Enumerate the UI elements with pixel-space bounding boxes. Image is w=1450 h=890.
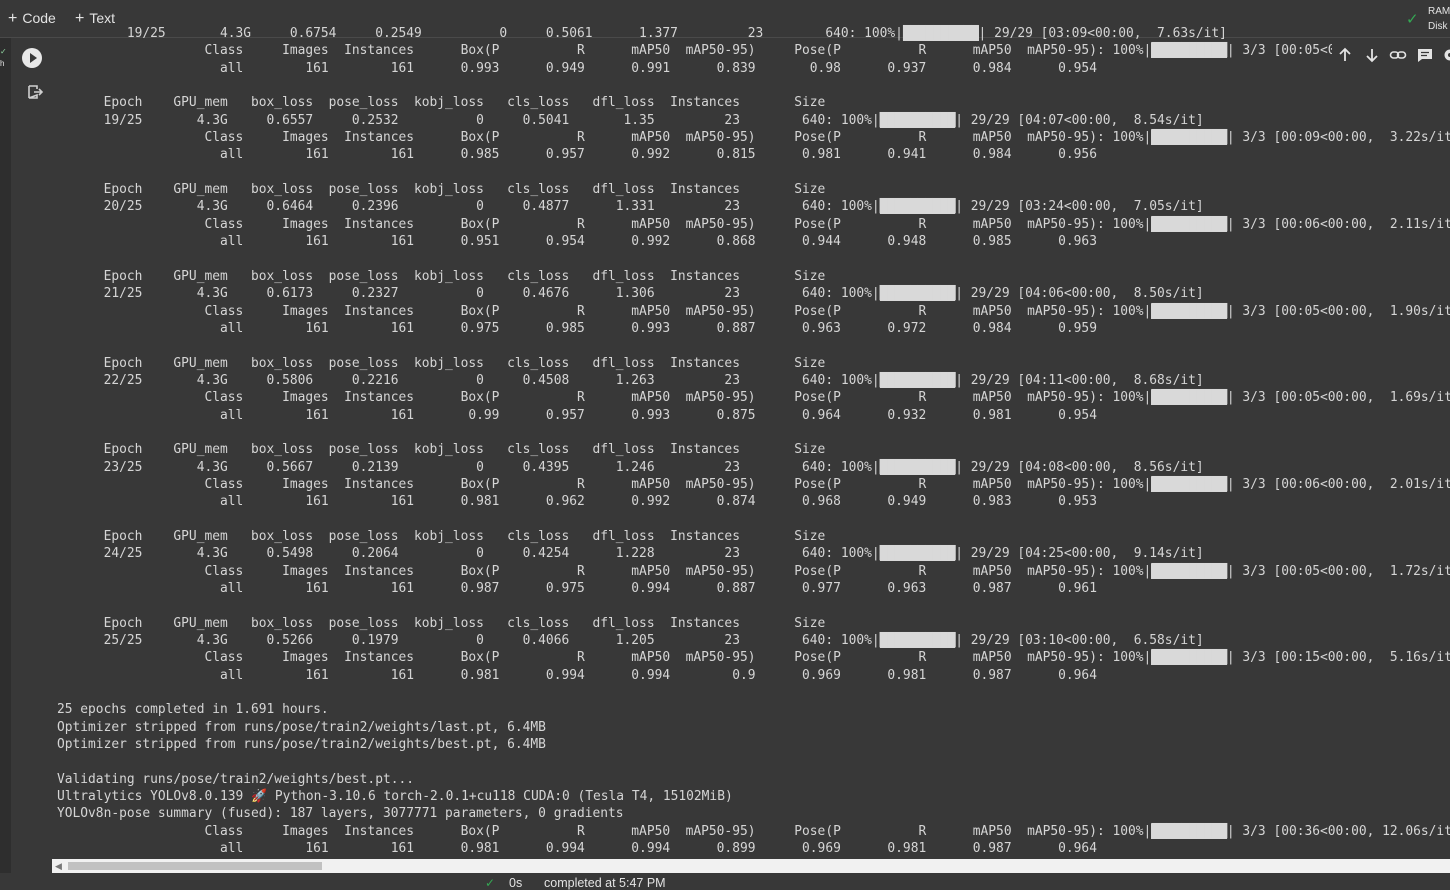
output-line: YOLOv8n-pose summary (fused): 187 layers… — [57, 806, 624, 822]
progress-bar: ██████████ — [879, 546, 956, 562]
left-panel-edge: ✓ h — [0, 38, 11, 890]
run-cell-button[interactable] — [22, 48, 42, 68]
output-line: all 161 161 0.985 0.957 0.992 0.815 0.98… — [57, 147, 1097, 163]
scroll-left-icon[interactable]: ◀ — [55, 861, 62, 872]
progress-bar: ██████████ — [1151, 563, 1227, 579]
output-line: Class Images Instances Box(P R mAP50 mAP… — [57, 130, 1450, 146]
edge-label: h — [0, 59, 5, 68]
output-line: Class Images Instances Box(P R mAP50 mAP… — [57, 390, 1450, 406]
add-code-cell-button[interactable]: + Code — [8, 10, 56, 28]
output-line: all 161 161 0.987 0.975 0.994 0.887 0.97… — [57, 581, 1097, 596]
output-line: 24/25 4.3G 0.5498 0.2064 0 0.4254 1.228 … — [57, 546, 1204, 562]
progress-bar: ██████████ — [879, 372, 956, 388]
edge-check-icon: ✓ — [0, 47, 7, 56]
output-line: 25 epochs completed in 1.691 hours. — [57, 702, 329, 718]
progress-bar: ██████████ — [879, 112, 956, 128]
progress-bar: ██████████ — [902, 26, 979, 41]
output-line: Class Images Instances Box(P R mAP50 mAP… — [57, 476, 1450, 492]
add-code-label: Code — [22, 10, 56, 26]
cell-toolbar — [1332, 42, 1450, 68]
output-line: Epoch GPU_mem box_loss pose_loss kobj_lo… — [57, 268, 826, 284]
output-line: Epoch GPU_mem box_loss pose_loss kobj_lo… — [57, 95, 826, 111]
progress-bar: ██████████ — [879, 459, 956, 475]
output-line: all 161 161 0.981 0.994 0.994 0.9 0.969 … — [57, 667, 1097, 683]
output-line: Class Images Instances Box(P R mAP50 mAP… — [57, 303, 1450, 319]
scrollbar-thumb[interactable] — [68, 862, 322, 870]
output-horizontal-scrollbar[interactable]: ◀ — [52, 859, 1450, 873]
comment-icon[interactable] — [1416, 46, 1434, 64]
output-line: Epoch GPU_mem box_loss pose_loss kobj_lo… — [57, 355, 826, 371]
output-line: 25/25 4.3G 0.5266 0.1979 0 0.4066 1.205 … — [57, 633, 1204, 649]
cell-gutter — [11, 38, 52, 890]
output-line: Epoch GPU_mem box_loss pose_loss kobj_lo… — [57, 615, 826, 631]
progress-bar: ██████████ — [1151, 43, 1227, 59]
output-line: all 161 161 0.981 0.962 0.992 0.874 0.96… — [57, 494, 1097, 510]
completion-status: completed at 5:47 PM — [544, 876, 666, 890]
link-icon[interactable] — [1389, 46, 1407, 64]
output-line: all 161 161 0.993 0.949 0.991 0.839 0.98… — [57, 60, 1097, 76]
status-bar: ✓ 0s completed at 5:47 PM — [0, 873, 1450, 890]
output-line: Epoch GPU_mem box_loss pose_loss kobj_lo… — [57, 528, 826, 544]
move-up-icon[interactable] — [1336, 46, 1354, 64]
progress-bar: ██████████ — [1151, 216, 1227, 232]
plus-icon: + — [8, 10, 18, 27]
output-line: all 161 161 0.951 0.954 0.992 0.868 0.94… — [57, 234, 1097, 250]
output-line: 19/25 4.3G 0.6557 0.2532 0 0.5041 1.35 2… — [57, 112, 1204, 128]
output-line: 22/25 4.3G 0.5806 0.2216 0 0.4508 1.263 … — [57, 372, 1204, 388]
output-line: Ultralytics YOLOv8.0.139 🚀 Python-3.10.6… — [57, 789, 733, 805]
progress-bar: ██████████ — [1151, 823, 1227, 839]
output-line: all 161 161 0.975 0.985 0.993 0.887 0.96… — [57, 320, 1097, 336]
output-text: 19/25 4.3G 0.6754 0.2549 0 0.5061 1.377 … — [57, 25, 1450, 858]
output-line: Class Images Instances Box(P R mAP50 mAP… — [57, 563, 1450, 579]
output-line: Class Images Instances Box(P R mAP50 mAP… — [57, 43, 1450, 59]
progress-bar: ██████████ — [1151, 390, 1227, 406]
progress-bar: ██████████ — [1151, 650, 1227, 666]
output-line: Class Images Instances Box(P R mAP50 mAP… — [57, 216, 1450, 232]
cell-output: 19/25 4.3G 0.6754 0.2549 0 0.5061 1.377 … — [52, 0, 1450, 858]
output-line: 20/25 4.3G 0.6464 0.2396 0 0.4877 1.331 … — [57, 199, 1204, 215]
output-line: Epoch GPU_mem box_loss pose_loss kobj_lo… — [57, 182, 826, 198]
progress-bar: ██████████ — [879, 286, 956, 302]
output-actions-icon[interactable] — [26, 83, 44, 101]
progress-bar: ██████████ — [1151, 476, 1227, 492]
progress-bar: ██████████ — [1151, 303, 1227, 319]
progress-bar: ██████████ — [879, 199, 956, 215]
status-check-icon: ✓ — [485, 876, 496, 890]
output-line: 19/25 4.3G 0.6754 0.2549 0 0.5061 1.377 … — [57, 26, 1227, 41]
output-line: Optimizer stripped from runs/pose/train2… — [57, 737, 546, 753]
progress-bar: ██████████ — [1151, 130, 1227, 146]
output-line: 21/25 4.3G 0.6173 0.2327 0 0.4676 1.306 … — [57, 286, 1204, 302]
settings-icon[interactable] — [1441, 46, 1450, 64]
move-down-icon[interactable] — [1363, 46, 1381, 64]
output-line: Class Images Instances Box(P R mAP50 mAP… — [57, 650, 1450, 666]
output-line: Optimizer stripped from runs/pose/train2… — [57, 719, 546, 735]
output-line: Validating runs/pose/train2/weights/best… — [57, 771, 414, 787]
execution-time: 0s — [509, 876, 523, 890]
output-line: Class Images Instances Box(P R mAP50 mAP… — [57, 823, 1450, 839]
output-line: all 161 161 0.99 0.957 0.993 0.875 0.964… — [57, 407, 1097, 423]
output-line: 23/25 4.3G 0.5667 0.2139 0 0.4395 1.246 … — [57, 459, 1204, 475]
output-line: Epoch GPU_mem box_loss pose_loss kobj_lo… — [57, 442, 826, 458]
output-line: all 161 161 0.981 0.994 0.994 0.899 0.96… — [57, 841, 1097, 857]
progress-bar: ██████████ — [879, 633, 956, 649]
